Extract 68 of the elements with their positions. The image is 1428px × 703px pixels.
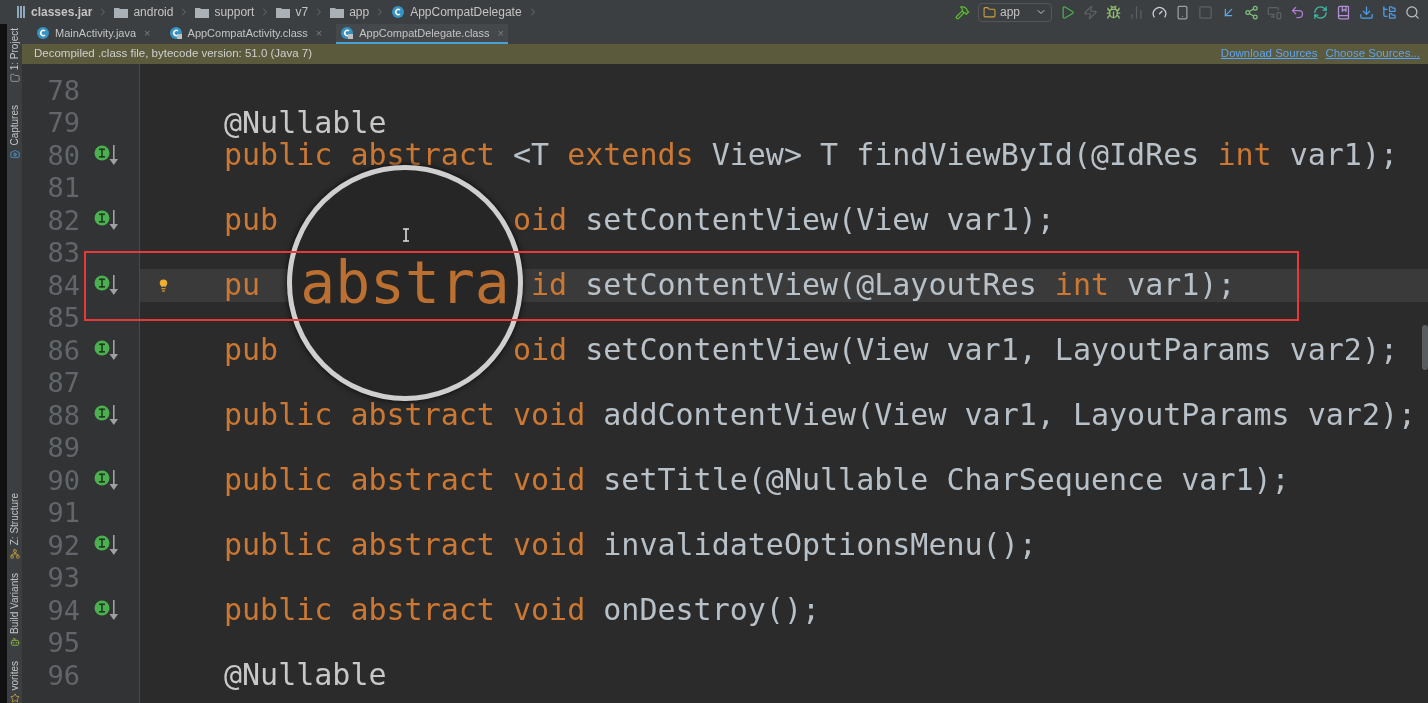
code-line: public abstract void invalidateOptionsMenu();	[224, 530, 1037, 561]
class-icon	[168, 26, 183, 40]
scrollbar-thumb[interactable]	[1422, 325, 1428, 370]
undo-icon[interactable]	[1290, 4, 1305, 20]
folder-icon	[9, 73, 20, 84]
tool-window-button[interactable]: Build Variants	[9, 572, 20, 634]
text-cursor-icon	[402, 228, 410, 242]
lightbulb-icon[interactable]	[157, 278, 170, 292]
code-line: public abstract void addContentView(View var1, LayoutParams var2);	[224, 400, 1417, 431]
implements-marker-icon[interactable]	[94, 339, 120, 362]
editor-tab[interactable]: AppCompatDelegate.class ×	[336, 24, 508, 44]
gauge-icon[interactable]	[1152, 4, 1167, 20]
implements-marker-icon[interactable]	[94, 534, 120, 557]
breadcrumb-item[interactable]: classes.jar	[31, 3, 93, 21]
book-icon[interactable]	[1336, 4, 1351, 20]
code-line: oid setContentView(View var1);	[513, 205, 1055, 236]
class-icon	[340, 26, 355, 40]
phone-icon[interactable]	[1175, 4, 1190, 20]
implements-marker-icon[interactable]	[94, 209, 120, 232]
run-icon[interactable]	[1060, 4, 1075, 20]
implements-marker-icon[interactable]	[94, 274, 120, 297]
tool-window-button[interactable]: 1: Project	[9, 28, 20, 71]
folder-icon	[276, 6, 291, 18]
run-config-dropdown[interactable]: app	[978, 2, 1052, 22]
breadcrumb-item[interactable]: v7	[295, 3, 309, 21]
implements-marker-icon[interactable]	[94, 144, 120, 167]
code-line: pub	[224, 205, 279, 236]
tool-window-button[interactable]: Captures	[9, 105, 20, 146]
banner-message: Decompiled .class file, bytecode version: 51.0 (Java 7)	[34, 46, 313, 62]
code-line: @Nullable	[224, 107, 387, 138]
jar-icon	[16, 5, 26, 19]
refresh-icon[interactable]	[1313, 4, 1328, 20]
android-icon	[9, 636, 20, 647]
code-line: id setContentView(@LayoutRes int var1);	[531, 270, 1236, 301]
breadcrumb-item[interactable]: AppCompatDelegate	[410, 3, 522, 21]
share-icon[interactable]	[1244, 4, 1259, 20]
code-line: public abstract <T extends View> T findViewById(@IdRes int var1);	[224, 140, 1399, 171]
folder-icon	[114, 6, 129, 18]
class-icon	[391, 5, 406, 19]
search-icon[interactable]	[1405, 4, 1420, 20]
breadcrumb-item[interactable]: app	[349, 3, 370, 21]
folder-icon	[983, 5, 996, 19]
code-line: pub	[224, 335, 279, 366]
code-line: public abstract void setTitle(@Nullable CharSequence var1);	[224, 465, 1290, 496]
camera-icon	[9, 148, 20, 159]
code-line: @Nullable	[224, 660, 387, 691]
tool-window-button[interactable]: Z: Structure	[9, 493, 20, 546]
class-icon	[36, 26, 50, 40]
editor-tab[interactable]: MainActivity.java ×	[32, 24, 155, 44]
code-line: oid setContentView(View var1, LayoutParams var2);	[513, 335, 1398, 366]
implements-marker-icon[interactable]	[94, 469, 120, 492]
implements-marker-icon[interactable]	[94, 599, 120, 622]
structure-icon	[9, 548, 20, 559]
code-line: pu	[224, 270, 261, 301]
implements-marker-icon[interactable]	[94, 404, 120, 427]
bug-icon[interactable]	[1106, 4, 1121, 20]
breadcrumb-item[interactable]: android	[133, 3, 174, 21]
code-line: public abstract void onDestroy();	[224, 595, 821, 626]
hammer-icon[interactable]	[955, 4, 970, 20]
editor-tab[interactable]: AppCompatActivity.class ×	[164, 24, 327, 44]
folder-icon	[195, 6, 210, 18]
magnified-text: abstra	[300, 254, 510, 312]
star-icon	[9, 693, 20, 703]
tool-window-button[interactable]: vorites	[9, 660, 20, 690]
folder-icon	[330, 6, 345, 18]
download-icon[interactable]	[1359, 4, 1374, 20]
breadcrumb-item[interactable]: support	[214, 3, 255, 21]
folder-tree-icon[interactable]	[1382, 4, 1397, 20]
